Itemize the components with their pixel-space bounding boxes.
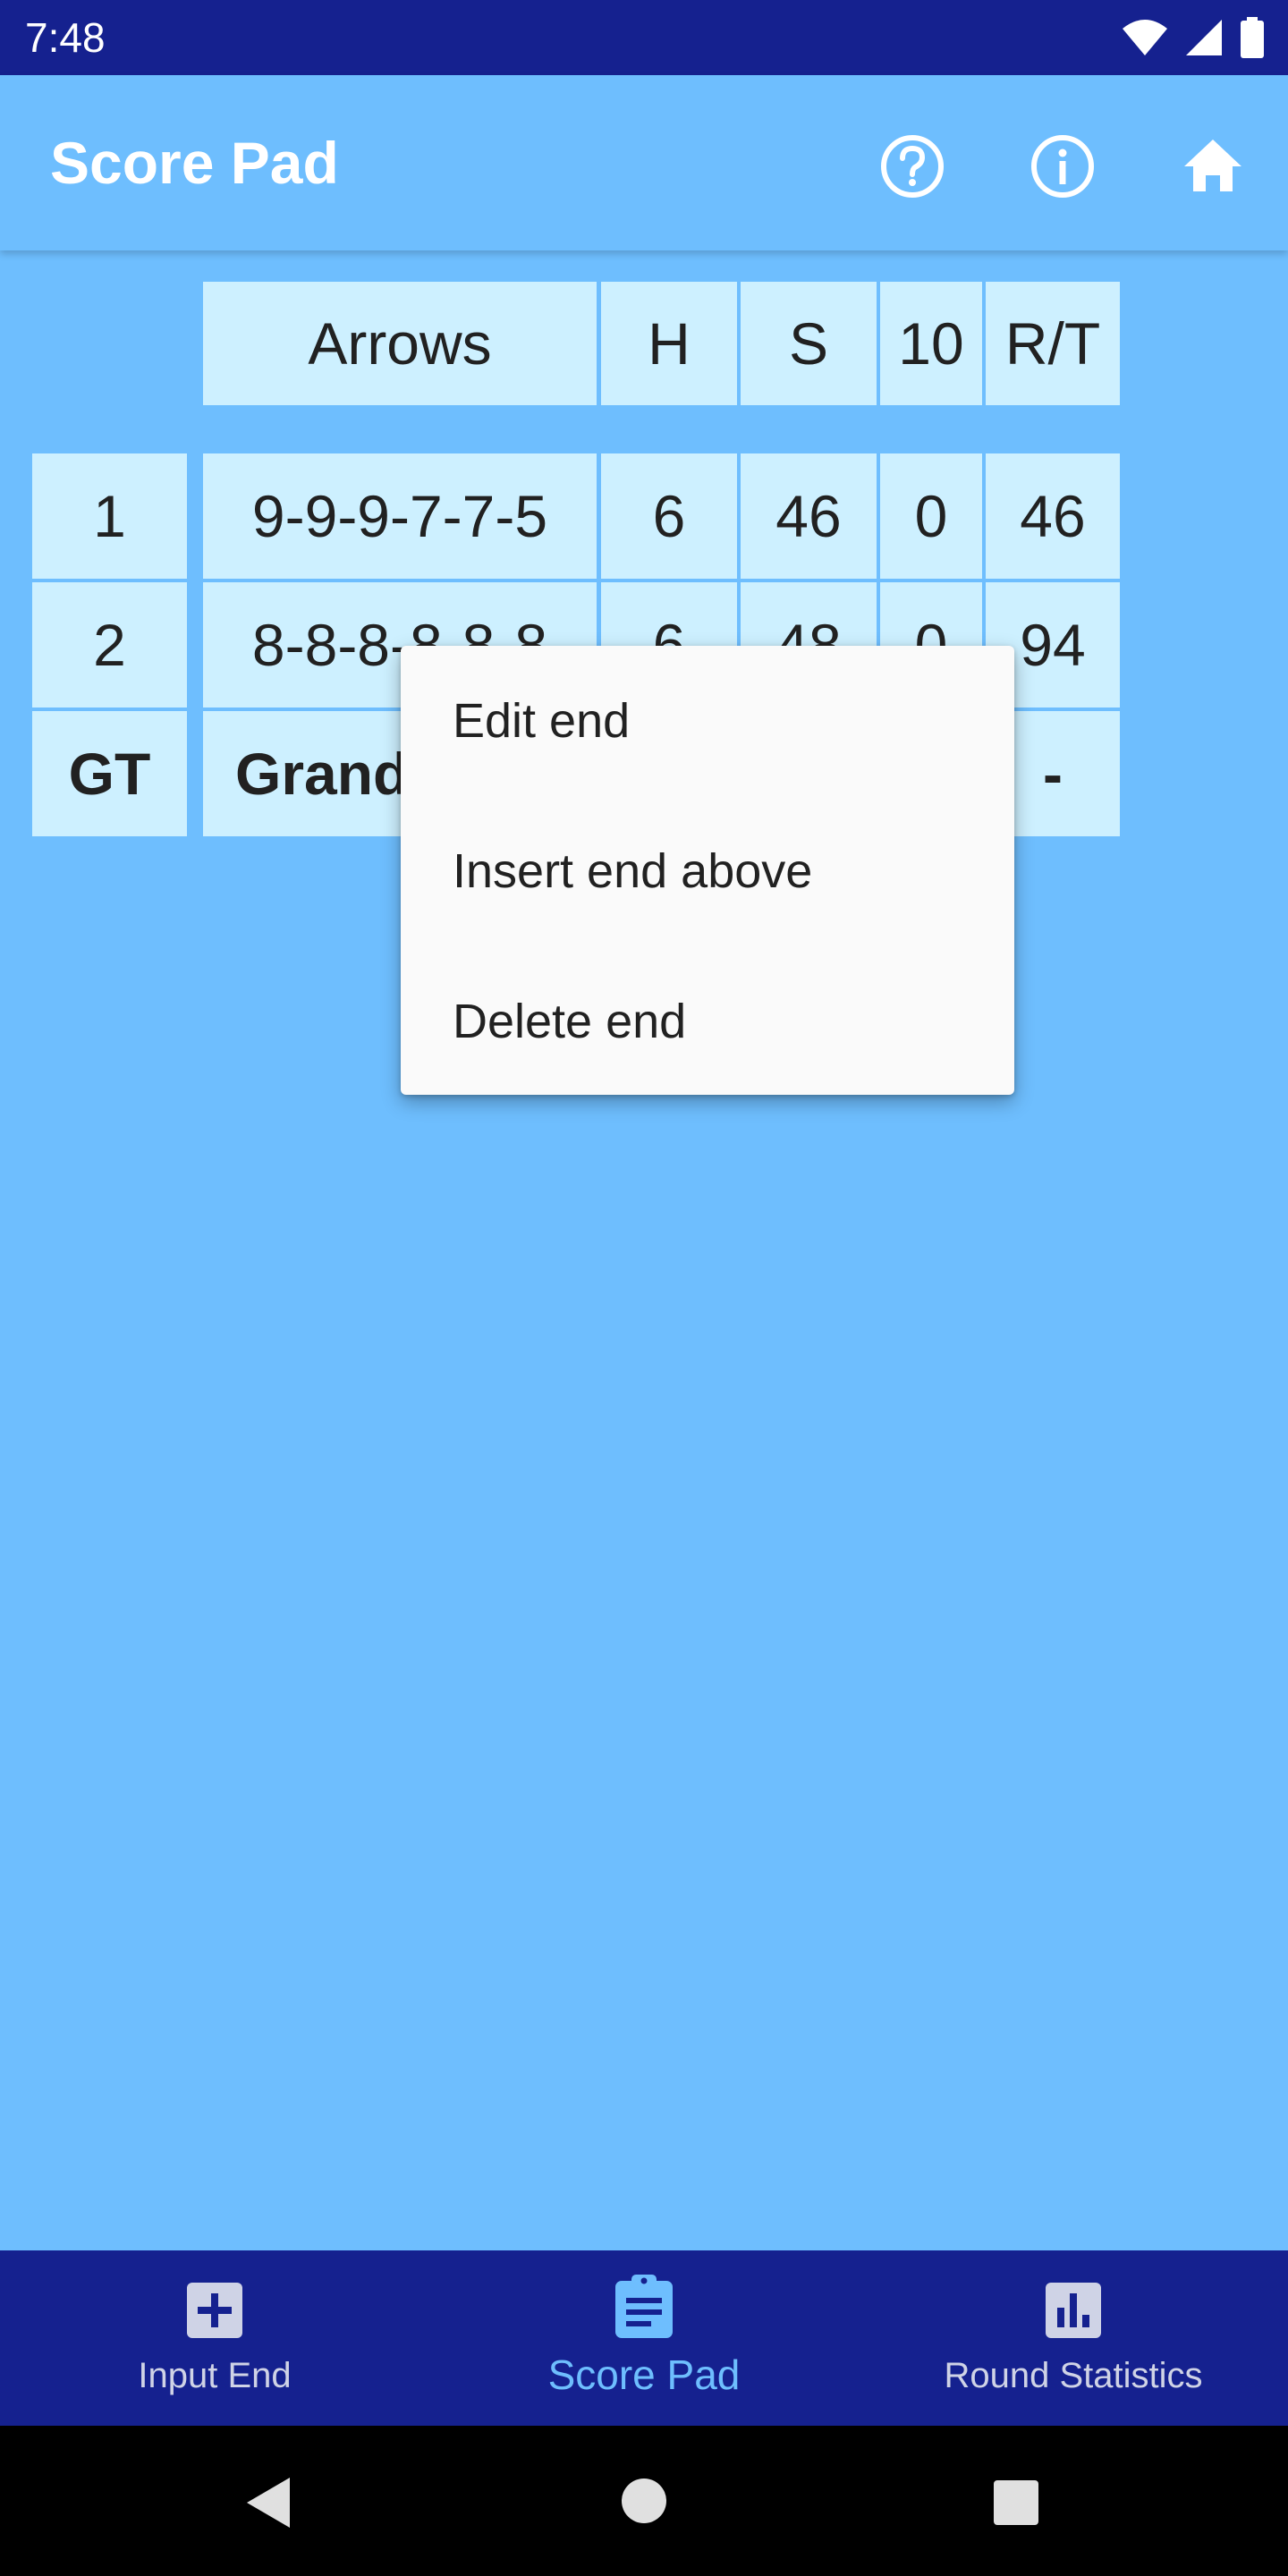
bottom-navigation: Input End Score Pad Round Statistics: [0, 2250, 1288, 2426]
status-icons: [1122, 16, 1265, 59]
row-end-number: 2: [32, 582, 187, 708]
app-bar: Score Pad: [0, 75, 1288, 250]
page-title: Score Pad: [50, 130, 339, 196]
row-hits: 6: [601, 453, 737, 579]
row-score: 46: [741, 453, 877, 579]
help-button[interactable]: [877, 131, 948, 202]
nav-input-end[interactable]: Input End: [0, 2250, 429, 2426]
add-box-icon: [187, 2283, 242, 2338]
nav-label-round-statistics: Round Statistics: [944, 2356, 1203, 2395]
status-time: 7:48: [25, 14, 106, 61]
home-button[interactable]: [1177, 131, 1249, 202]
row-tens: 0: [880, 453, 982, 579]
row-arrows: 9-9-9-7-7-5: [203, 453, 597, 579]
system-navigation-bar: [0, 2426, 1288, 2576]
info-button[interactable]: [1027, 131, 1098, 202]
battery-icon: [1240, 17, 1265, 58]
header-arrows: Arrows: [203, 282, 597, 405]
clipboard-list-icon: [615, 2275, 673, 2338]
menu-item-edit-end[interactable]: Edit end: [401, 646, 1014, 796]
header-tens: 10: [880, 282, 982, 405]
header-score: S: [741, 282, 877, 405]
recents-icon[interactable]: [993, 2479, 1039, 2526]
home-icon: [1184, 140, 1241, 191]
nav-label-score-pad: Score Pad: [547, 2351, 741, 2398]
status-bar: 7:48: [0, 0, 1288, 75]
menu-item-insert-end-above[interactable]: Insert end above: [401, 796, 1014, 946]
row-end-number: 1: [32, 453, 187, 579]
header-hits: H: [601, 282, 737, 405]
header-running-total: R/T: [986, 282, 1120, 405]
grand-total-label: GT: [32, 711, 187, 836]
row-running-total: 46: [986, 453, 1120, 579]
wifi-icon: [1122, 18, 1168, 57]
home-circle-icon[interactable]: [621, 2478, 667, 2524]
back-icon[interactable]: [243, 2476, 293, 2529]
context-menu: Edit end Insert end above Delete end: [401, 646, 1014, 1095]
help-icon: [881, 135, 944, 198]
info-icon: [1031, 135, 1094, 198]
menu-item-delete-end[interactable]: Delete end: [401, 946, 1014, 1097]
bar-chart-icon: [1046, 2283, 1101, 2338]
cellular-signal-icon: [1184, 18, 1224, 57]
nav-score-pad[interactable]: Score Pad: [429, 2250, 859, 2426]
nav-label-input-end: Input End: [138, 2356, 292, 2395]
nav-round-statistics[interactable]: Round Statistics: [859, 2250, 1288, 2426]
